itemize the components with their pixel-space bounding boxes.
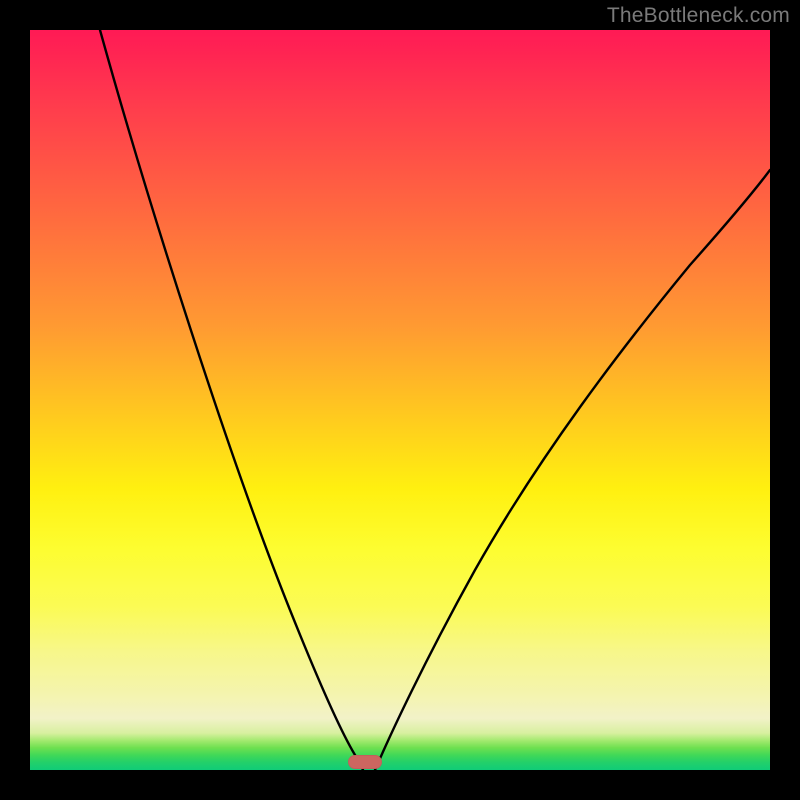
- watermark-text: TheBottleneck.com: [607, 4, 790, 28]
- right-branch-curve: [375, 170, 770, 770]
- left-branch-curve: [100, 30, 363, 770]
- bottleneck-marker: [348, 755, 382, 769]
- chart-frame: TheBottleneck.com: [0, 0, 800, 800]
- curve-layer: [30, 30, 770, 770]
- plot-area: [30, 30, 770, 770]
